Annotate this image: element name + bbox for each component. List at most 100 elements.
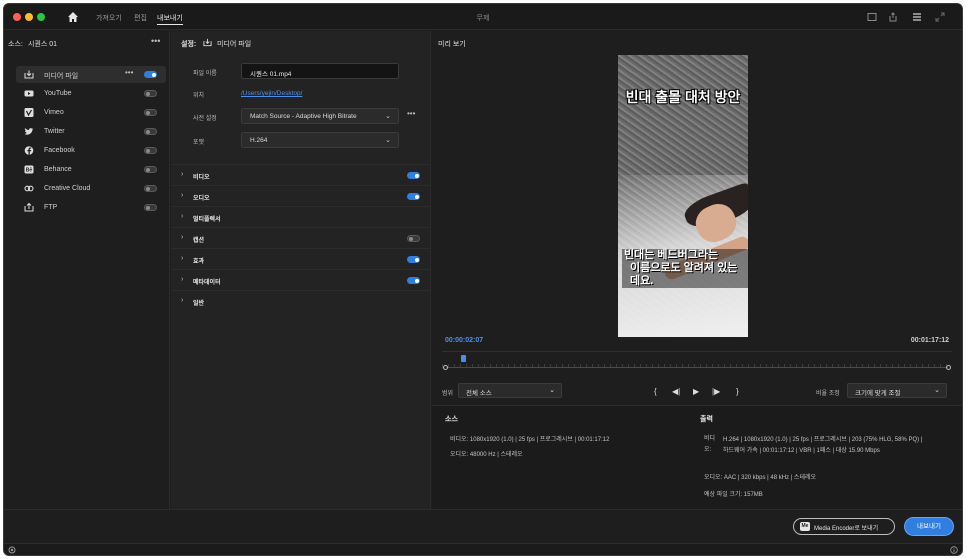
app-window: 가져오기 편집 내보내기 무제 소스: 시퀀스 01 ••• 미디어 파일 ••… bbox=[3, 3, 963, 556]
caption-line-1: 빈대는 베드버그라는 bbox=[624, 249, 719, 261]
destination-toggle[interactable] bbox=[144, 204, 157, 211]
scale-value: 크기에 맞게 조절 bbox=[855, 390, 901, 397]
timecode-current: 00:00:02:07 bbox=[445, 337, 484, 344]
play-button[interactable]: ▶ bbox=[693, 387, 699, 396]
settings-header: 설정: bbox=[181, 41, 197, 48]
destination-media-file[interactable]: 미디어 파일 ••• bbox=[16, 66, 166, 83]
title-bar: 가져오기 편집 내보내기 무제 bbox=[4, 4, 962, 30]
filename-input[interactable]: 시퀀스 01.mp4 bbox=[241, 63, 399, 79]
preset-value: Match Source - Adaptive High Bitrate bbox=[250, 113, 357, 120]
destination-toggle[interactable] bbox=[144, 147, 157, 154]
range-label: 범위 bbox=[442, 391, 454, 397]
section-label: 메타데이터 bbox=[193, 280, 221, 286]
out-point-handle[interactable] bbox=[946, 365, 951, 370]
destination-behance[interactable]: Bē Behance bbox=[16, 161, 166, 178]
destination-label: YouTube bbox=[44, 90, 72, 97]
destination-toggle[interactable] bbox=[144, 185, 157, 192]
fullscreen-icon[interactable] bbox=[935, 12, 945, 22]
preset-more-button[interactable]: ••• bbox=[407, 109, 415, 118]
send-to-media-encoder-button[interactable]: Me Media Encoder로 보내기 bbox=[793, 518, 895, 535]
step-forward-button[interactable]: |▶ bbox=[712, 387, 720, 396]
workspace-icon[interactable] bbox=[867, 12, 877, 22]
destination-label: Facebook bbox=[44, 147, 75, 154]
info-icon[interactable] bbox=[950, 546, 958, 554]
destination-toggle[interactable] bbox=[144, 90, 157, 97]
window-title: 무제 bbox=[476, 15, 490, 22]
destination-label: FTP bbox=[44, 204, 58, 211]
section-toggle[interactable] bbox=[407, 172, 420, 179]
section-metadata[interactable]: › 메타데이터 bbox=[171, 269, 431, 290]
playhead[interactable] bbox=[461, 355, 467, 362]
chevron-right-icon: › bbox=[181, 234, 184, 241]
section-captions[interactable]: › 캡션 bbox=[171, 227, 431, 248]
settings-panel: 설정: 미디어 파일 파일 이름 시퀀스 01.mp4 위치 /Users/ye… bbox=[171, 31, 431, 509]
destination-toggle[interactable] bbox=[144, 128, 157, 135]
mark-in-button[interactable]: { bbox=[654, 387, 657, 396]
section-label: 효과 bbox=[193, 259, 205, 265]
destination-creative-cloud[interactable]: Creative Cloud bbox=[16, 180, 166, 197]
format-select[interactable]: H.264 ⌄ bbox=[241, 132, 399, 148]
section-label: 캡션 bbox=[193, 238, 205, 244]
source-summary-title: 소스 bbox=[445, 416, 458, 423]
destination-ftp[interactable]: FTP bbox=[16, 199, 166, 216]
location-link[interactable]: /Users/yejin/Desktop/ bbox=[241, 90, 302, 97]
location-label: 위치 bbox=[193, 93, 205, 99]
destination-youtube[interactable]: YouTube bbox=[16, 85, 166, 102]
menu-icon[interactable] bbox=[912, 12, 922, 22]
caption-line-2: 이름으로도 알려져 있는데요. bbox=[630, 262, 738, 287]
chevron-right-icon: › bbox=[181, 213, 184, 220]
destination-more-button[interactable]: ••• bbox=[125, 68, 133, 77]
section-toggle[interactable] bbox=[407, 235, 420, 242]
media-encoder-icon: Me bbox=[800, 522, 810, 531]
preset-select[interactable]: Match Source - Adaptive High Bitrate ⌄ bbox=[241, 108, 399, 124]
mark-out-button[interactable]: } bbox=[736, 387, 739, 396]
scale-label: 비율 조정 bbox=[816, 391, 840, 397]
section-video[interactable]: › 비디오 bbox=[171, 164, 431, 185]
export-button[interactable]: 내보내기 bbox=[905, 518, 953, 535]
section-audio[interactable]: › 오디오 bbox=[171, 185, 431, 206]
section-label: 비디오 bbox=[193, 175, 210, 181]
output-video-info-1: H.264 | 1080x1920 (1.0) | 25 fps | 프로그레시… bbox=[723, 437, 923, 443]
source-more-button[interactable]: ••• bbox=[151, 36, 160, 46]
section-multiplexer[interactable]: › 멀티플렉서 bbox=[171, 206, 431, 227]
section-general[interactable]: › 일반 bbox=[171, 290, 431, 311]
chevron-right-icon: › bbox=[181, 192, 184, 199]
destination-label: 미디어 파일 bbox=[44, 73, 79, 80]
timeline-track[interactable] bbox=[446, 367, 948, 368]
section-toggle[interactable] bbox=[407, 256, 420, 263]
destination-vimeo[interactable]: Vimeo bbox=[16, 104, 166, 121]
in-point-handle[interactable] bbox=[443, 365, 448, 370]
destination-twitter[interactable]: Twitter bbox=[16, 123, 166, 140]
export-summary: 소스 비디오: 1080x1920 (1.0) | 25 fps | 프로그레시… bbox=[432, 405, 962, 509]
step-back-button[interactable]: ◀| bbox=[672, 387, 680, 396]
range-select[interactable]: 전체 소스 ⌄ bbox=[458, 383, 562, 398]
output-summary-title: 출력 bbox=[700, 416, 713, 423]
scale-select[interactable]: 크기에 맞게 조절 ⌄ bbox=[847, 383, 947, 398]
destination-facebook[interactable]: Facebook bbox=[16, 142, 166, 159]
destination-toggle[interactable] bbox=[144, 109, 157, 116]
chevron-right-icon: › bbox=[181, 255, 184, 262]
status-bar bbox=[4, 543, 962, 555]
status-icon[interactable] bbox=[8, 546, 16, 554]
source-audio-info: 오디오: 48000 Hz | 스테레오 bbox=[450, 452, 523, 458]
share-icon[interactable] bbox=[888, 12, 898, 22]
output-video-info-2: 하드웨어 가속 | 00:01:17:12 | VBR | 1패스 | 대상 1… bbox=[723, 448, 880, 454]
destinations-panel: 소스: 시퀀스 01 ••• 미디어 파일 ••• YouTube Vimeo … bbox=[4, 31, 170, 509]
footer-bar: Me Media Encoder로 보내기 내보내기 bbox=[4, 509, 962, 555]
ftp-icon bbox=[24, 203, 34, 212]
destination-toggle[interactable] bbox=[144, 166, 157, 173]
source-label: 소스: bbox=[8, 41, 23, 48]
media-file-icon bbox=[203, 38, 212, 47]
section-toggle[interactable] bbox=[407, 193, 420, 200]
creative-cloud-icon bbox=[24, 185, 34, 192]
destination-label: Vimeo bbox=[44, 109, 64, 116]
section-toggle[interactable] bbox=[407, 277, 420, 284]
section-effects[interactable]: › 효과 bbox=[171, 248, 431, 269]
section-label: 일반 bbox=[193, 301, 205, 307]
output-video-label: 비디오: bbox=[704, 436, 716, 453]
preview-panel: 미리 보기 빈대 출몰 대처 방안 빈대는 베드버그라는 이름으로도 알려져 있… bbox=[432, 31, 962, 509]
twitter-icon bbox=[24, 128, 34, 135]
format-value: H.264 bbox=[250, 137, 268, 144]
filename-label: 파일 이름 bbox=[193, 71, 217, 77]
destination-toggle[interactable] bbox=[144, 71, 157, 78]
